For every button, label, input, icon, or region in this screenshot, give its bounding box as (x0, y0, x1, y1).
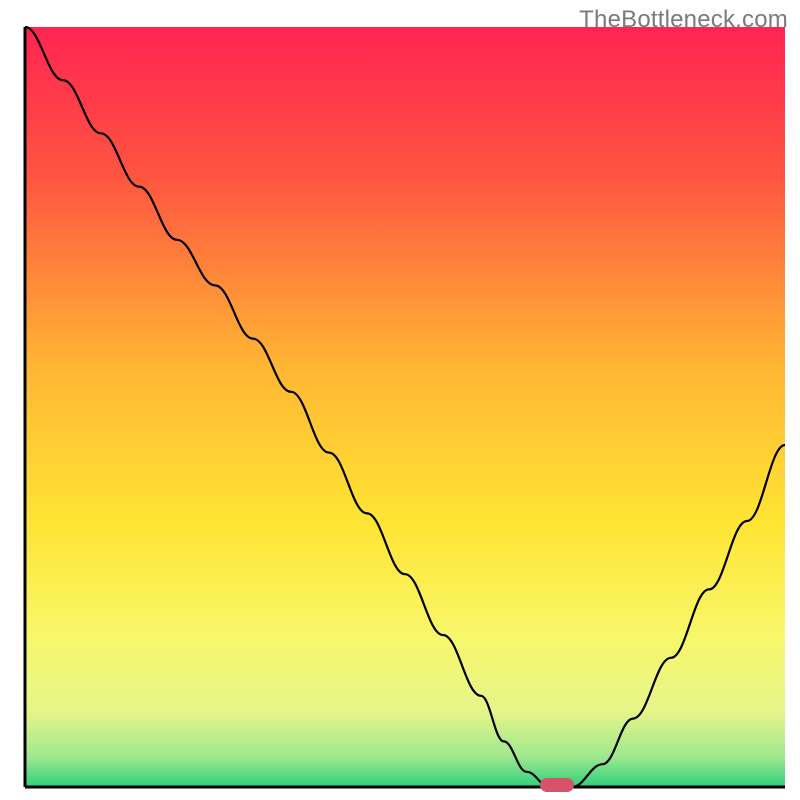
watermark-text: TheBottleneck.com (579, 6, 788, 34)
bottleneck-chart (0, 0, 800, 800)
optimum-marker (540, 778, 574, 792)
plot-background (25, 27, 785, 787)
chart-container: TheBottleneck.com (0, 0, 800, 800)
